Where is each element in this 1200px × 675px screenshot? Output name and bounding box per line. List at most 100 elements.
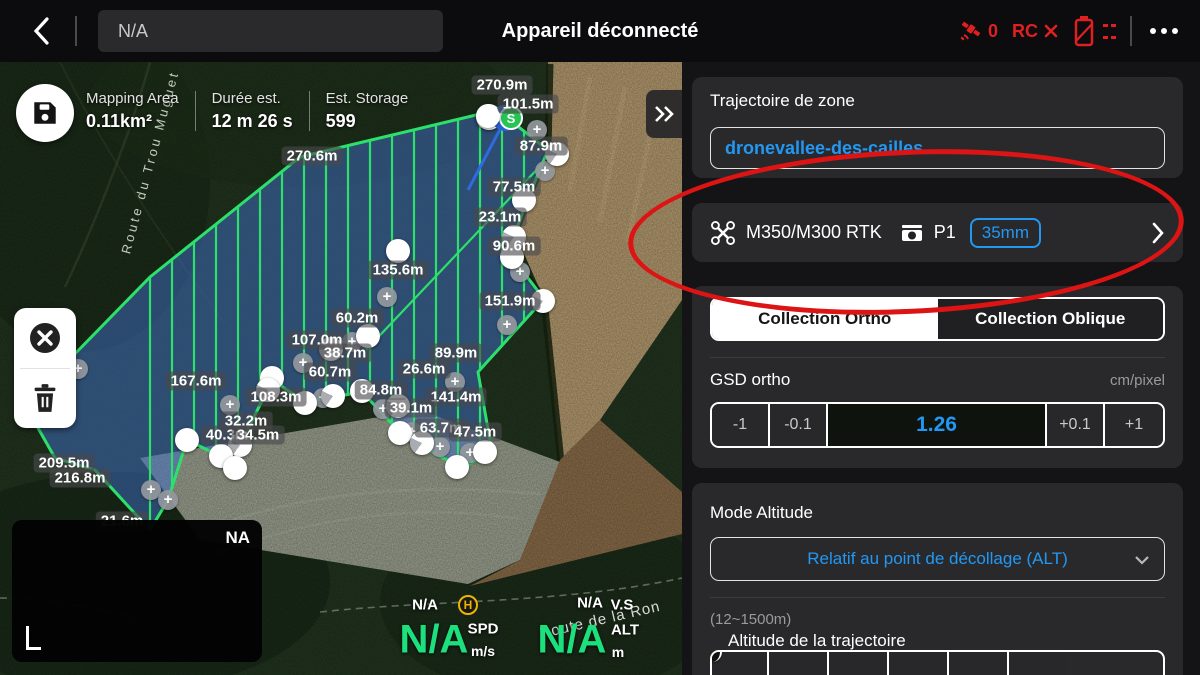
gsd-label: GSD ortho — [710, 370, 790, 390]
segment-distance-label: 270.9m — [472, 76, 533, 95]
segment-distance-label: 135.6m — [368, 261, 429, 280]
gsd-minus-0.1-button[interactable]: -0.1 — [770, 404, 828, 446]
speed-label: SPD — [468, 621, 499, 638]
home-point-icon: H — [458, 595, 478, 615]
waypoint-marker[interactable] — [388, 421, 412, 445]
segment-distance-label: 39.1m — [385, 399, 438, 418]
chevron-right-icon — [1151, 222, 1165, 244]
dji-pilot-mapping-screen: Route du Trou Muguet Route de la Ron S +… — [0, 0, 1200, 675]
corner-bracket-icon — [26, 626, 41, 650]
camera-feed-status: NA — [225, 528, 250, 548]
collection-settings-card: Collection Ortho Collection Oblique GSD … — [692, 286, 1183, 468]
trash-icon — [31, 383, 59, 413]
route-name-input[interactable]: dronevallee-des-cailles — [710, 127, 1165, 169]
gsd-unit: cm/pixel — [1110, 372, 1165, 389]
segment-distance-label: 60.7m — [304, 363, 357, 382]
battery-status[interactable] — [1073, 15, 1116, 47]
chevrons-right-icon — [652, 104, 676, 124]
tab-collection-ortho[interactable]: Collection Ortho — [712, 299, 938, 339]
gsd-stepper: -1 -0.1 1.26 +0.1 +1 — [710, 402, 1165, 448]
collection-tabs: Collection Ortho Collection Oblique — [710, 297, 1165, 341]
delete-button[interactable] — [14, 369, 76, 429]
altitude-stepper[interactable] — [710, 650, 1165, 675]
gsd-plus-1-button[interactable]: +1 — [1105, 404, 1163, 446]
altitude-label: ALT — [611, 622, 639, 639]
camera-feed-placeholder[interactable]: NA — [12, 520, 262, 662]
edit-tool-palette — [14, 308, 76, 428]
panel-collapse-button[interactable] — [646, 90, 682, 138]
speed-unit: m/s — [471, 643, 495, 659]
trajectory-altitude-range: (12~1500m) — [710, 611, 791, 628]
segment-distance-label: 60.2m — [331, 309, 384, 328]
waypoint-marker[interactable] — [175, 428, 199, 452]
stat-mapping-area: Mapping Area 0.11km² — [86, 90, 179, 132]
battery-percent-placeholder — [1103, 24, 1116, 39]
satellite-count: 0 — [988, 21, 998, 42]
waypoint-marker[interactable] — [223, 456, 247, 480]
segment-distance-label: 47.5m — [449, 423, 502, 442]
device-selector-row[interactable]: M350/M300 RTK P1 35mm — [692, 203, 1183, 262]
segment-distance-label: 101.5m — [498, 95, 559, 114]
battery-error-icon — [1073, 15, 1095, 47]
waypoint-marker[interactable] — [445, 455, 469, 479]
waypoint-marker[interactable] — [321, 384, 345, 408]
segment-distance-label: 87.9m — [515, 137, 568, 156]
segment-distance-label: 77.5m — [488, 178, 541, 197]
segment-distance-label: 84.8m — [355, 381, 408, 400]
altitude-unit: m — [612, 644, 624, 660]
route-midpoint-handle[interactable]: + — [497, 315, 517, 335]
drone-model: M350/M300 RTK — [746, 222, 882, 243]
close-icon — [28, 321, 62, 355]
segment-distance-label: 167.6m — [166, 372, 227, 391]
gsd-minus-1-button[interactable]: -1 — [712, 404, 770, 446]
gsd-plus-0.1-button[interactable]: +0.1 — [1047, 404, 1105, 446]
altitude-mode-select[interactable]: Relatif au point de décollage (ALT) — [710, 537, 1165, 581]
satellite-icon — [959, 19, 983, 43]
waypoint-marker[interactable] — [476, 104, 500, 128]
route-name-field[interactable]: N/A — [98, 10, 443, 52]
tab-collection-oblique[interactable]: Collection Oblique — [938, 299, 1164, 339]
vertical-speed-value: N/A — [577, 595, 603, 612]
gsd-value: 1.26 — [828, 404, 1047, 446]
speed-value: N/A — [400, 618, 469, 663]
segment-distance-label: 216.8m — [50, 469, 111, 488]
segment-distance-label: 34.5m — [232, 426, 285, 445]
save-button[interactable] — [16, 84, 74, 142]
waypoint-marker[interactable] — [473, 440, 497, 464]
satellite-status[interactable]: 0 — [959, 19, 998, 43]
segment-distance-label: 38.7m — [319, 344, 372, 363]
camera-model: P1 — [934, 222, 956, 243]
lens-badge[interactable]: 35mm — [970, 218, 1041, 248]
mission-settings-panel: Trajectoire de zone dronevallee-des-cail… — [682, 62, 1200, 675]
stat-storage: Est. Storage 599 — [326, 90, 409, 132]
segment-distance-label: 23.1m — [474, 208, 527, 227]
camera-icon — [900, 221, 924, 245]
altitude-settings-card: Mode Altitude Relatif au point de décoll… — [692, 483, 1183, 675]
rc-status[interactable]: RC — [1012, 21, 1059, 42]
trajectory-altitude-label: Altitude de la trajectoire — [728, 631, 906, 651]
more-menu-button[interactable] — [1146, 18, 1182, 44]
back-button[interactable] — [24, 15, 58, 47]
chevron-down-icon — [1134, 552, 1150, 568]
top-bar: N/A Appareil déconnecté 0 RC — [0, 0, 1200, 62]
mission-stats: Mapping Area 0.11km² Durée est. 12 m 26 … — [86, 90, 408, 132]
vertical-speed-label: V.S — [611, 597, 634, 614]
waypoint-marker[interactable] — [386, 239, 410, 263]
segment-distance-label: 270.6m — [282, 147, 343, 166]
disconnected-x-icon — [1043, 23, 1059, 39]
segment-distance-label: 151.9m — [480, 292, 541, 311]
segment-distance-label: 26.6m — [398, 360, 451, 379]
route-name-label: Trajectoire de zone — [710, 91, 855, 111]
stat-duration: Durée est. 12 m 26 s — [212, 90, 293, 132]
home-distance-value: N/A — [412, 597, 438, 614]
segment-distance-label: 90.6m — [488, 237, 541, 256]
altitude-mode-label: Mode Altitude — [710, 503, 813, 523]
route-name-card: Trajectoire de zone dronevallee-des-cail… — [692, 77, 1183, 178]
close-selection-button[interactable] — [14, 308, 76, 368]
drone-icon — [710, 220, 736, 246]
route-midpoint-handle[interactable]: + — [158, 490, 178, 510]
route-midpoint-handle[interactable]: + — [377, 287, 397, 307]
map-canvas[interactable]: Route du Trou Muguet Route de la Ron S +… — [0, 62, 682, 675]
save-floppy-icon — [30, 98, 60, 128]
altitude-value: N/A — [538, 618, 607, 663]
